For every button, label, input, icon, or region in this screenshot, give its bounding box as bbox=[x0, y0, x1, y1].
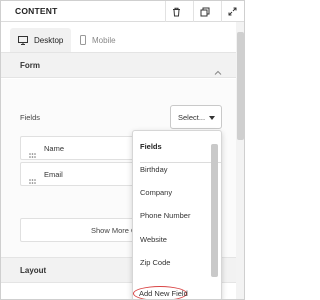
fields-dropdown-menu: Fields Birthday Company Phone Number Web… bbox=[132, 130, 222, 299]
expand-button[interactable] bbox=[221, 1, 243, 22]
delete-button[interactable] bbox=[165, 1, 187, 22]
dropdown-option-website[interactable]: Website bbox=[140, 235, 167, 244]
desktop-icon bbox=[18, 35, 28, 45]
caret-down-icon bbox=[209, 116, 215, 120]
form-section-title: Form bbox=[20, 61, 40, 70]
content-panel: CONTENT Desktop Mobile Form Fields Selec… bbox=[0, 0, 245, 300]
panel-scrollbar[interactable] bbox=[236, 22, 244, 299]
tab-mobile[interactable]: Mobile bbox=[80, 28, 116, 52]
dropdown-option-birthday[interactable]: Birthday bbox=[140, 165, 168, 174]
duplicate-button[interactable] bbox=[193, 1, 215, 22]
copy-icon bbox=[200, 7, 210, 17]
panel-title: CONTENT bbox=[15, 6, 58, 16]
tab-desktop-label: Desktop bbox=[34, 35, 64, 45]
panel-header: CONTENT bbox=[1, 1, 244, 22]
form-section-header[interactable]: Form bbox=[1, 52, 236, 78]
dropdown-option-company[interactable]: Company bbox=[140, 188, 172, 197]
show-more-button[interactable]: Show More O bbox=[20, 218, 140, 242]
drag-handle-icon[interactable] bbox=[29, 145, 36, 163]
panel-scrollbar-thumb[interactable] bbox=[237, 32, 244, 140]
mobile-icon bbox=[80, 35, 86, 45]
dropdown-scrollbar[interactable] bbox=[211, 144, 218, 277]
add-new-field-label: Add New Field bbox=[139, 289, 188, 298]
add-new-field-option[interactable]: Add New Field bbox=[133, 286, 188, 299]
field-name-label: Name bbox=[44, 144, 65, 153]
field-row-name[interactable]: Name bbox=[20, 136, 140, 160]
field-email-label: Email bbox=[44, 170, 63, 179]
fields-label: Fields bbox=[20, 113, 41, 122]
dropdown-header: Fields bbox=[140, 142, 221, 163]
dropdown-option-zip-code[interactable]: Zip Code bbox=[140, 258, 170, 267]
expand-icon bbox=[228, 7, 237, 16]
dropdown-option-phone-number[interactable]: Phone Number bbox=[140, 211, 190, 220]
fields-select-value: Select... bbox=[178, 112, 206, 122]
trash-icon bbox=[172, 7, 181, 17]
field-row-email[interactable]: Email bbox=[20, 162, 140, 186]
drag-handle-icon[interactable] bbox=[29, 171, 36, 189]
chevron-up-icon bbox=[214, 62, 222, 80]
show-more-label: Show More O bbox=[91, 225, 137, 235]
device-tabs: Desktop Mobile bbox=[1, 22, 236, 52]
tab-mobile-label: Mobile bbox=[92, 35, 116, 45]
fields-select[interactable]: Select... bbox=[170, 105, 222, 129]
layout-section-title: Layout bbox=[20, 266, 47, 275]
tab-desktop[interactable]: Desktop bbox=[10, 28, 72, 52]
